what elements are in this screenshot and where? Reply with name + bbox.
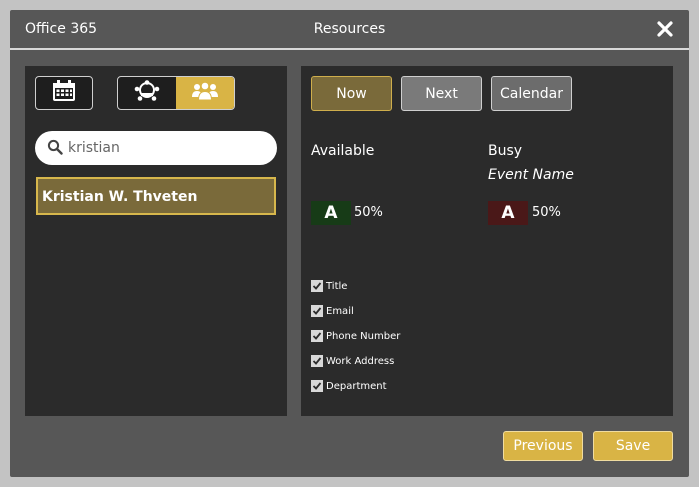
now-button[interactable]: Now <box>311 76 392 111</box>
available-color-swatch[interactable]: A <box>311 201 351 225</box>
field-label: Email <box>326 305 354 317</box>
checkbox-checked-icon <box>311 305 323 317</box>
app-name: Office 365 <box>25 21 98 37</box>
room-icon <box>133 80 161 106</box>
close-icon[interactable] <box>654 18 676 40</box>
search-result-item[interactable]: Kristian W. Thveten <box>36 177 276 215</box>
resource-type-toggle <box>117 76 235 110</box>
resources-dialog: Office 365 Resources kristian Kristian W… <box>10 10 689 477</box>
checkbox-checked-icon <box>311 280 323 292</box>
people-toggle[interactable] <box>176 77 234 109</box>
field-label: Title <box>326 280 348 292</box>
right-panel: Now Next Calendar Available Busy Event N… <box>301 66 673 416</box>
save-button[interactable]: Save <box>593 431 673 461</box>
busy-color-swatch[interactable]: A <box>488 201 528 225</box>
calendar-mode-button[interactable]: Calendar <box>491 76 572 111</box>
field-label: Department <box>326 380 387 392</box>
field-title-checkbox[interactable]: Title <box>311 278 347 294</box>
event-name-label: Event Name <box>488 167 574 183</box>
calendar-icon <box>52 80 76 106</box>
checkbox-checked-icon <box>311 355 323 367</box>
calendar-button[interactable] <box>35 76 93 110</box>
field-phone-checkbox[interactable]: Phone Number <box>311 328 400 344</box>
previous-button[interactable]: Previous <box>503 431 583 461</box>
title-bar: Office 365 Resources <box>10 10 689 50</box>
available-label: Available <box>311 143 375 159</box>
next-button[interactable]: Next <box>401 76 482 111</box>
field-department-checkbox[interactable]: Department <box>311 378 387 394</box>
room-toggle[interactable] <box>118 77 176 109</box>
busy-opacity: 50% <box>532 205 561 220</box>
search-icon <box>47 139 63 159</box>
search-input[interactable] <box>68 137 263 159</box>
checkbox-checked-icon <box>311 330 323 342</box>
search-box <box>35 131 277 165</box>
available-opacity: 50% <box>354 205 383 220</box>
field-label: Work Address <box>326 355 395 367</box>
field-email-checkbox[interactable]: Email <box>311 303 354 319</box>
field-work-address-checkbox[interactable]: Work Address <box>311 353 394 369</box>
field-label: Phone Number <box>326 330 401 342</box>
dialog-title: Resources <box>313 21 386 37</box>
busy-label: Busy <box>488 143 523 159</box>
people-icon <box>192 81 218 105</box>
checkbox-checked-icon <box>311 380 323 392</box>
left-panel: Kristian W. Thveten <box>25 66 287 416</box>
